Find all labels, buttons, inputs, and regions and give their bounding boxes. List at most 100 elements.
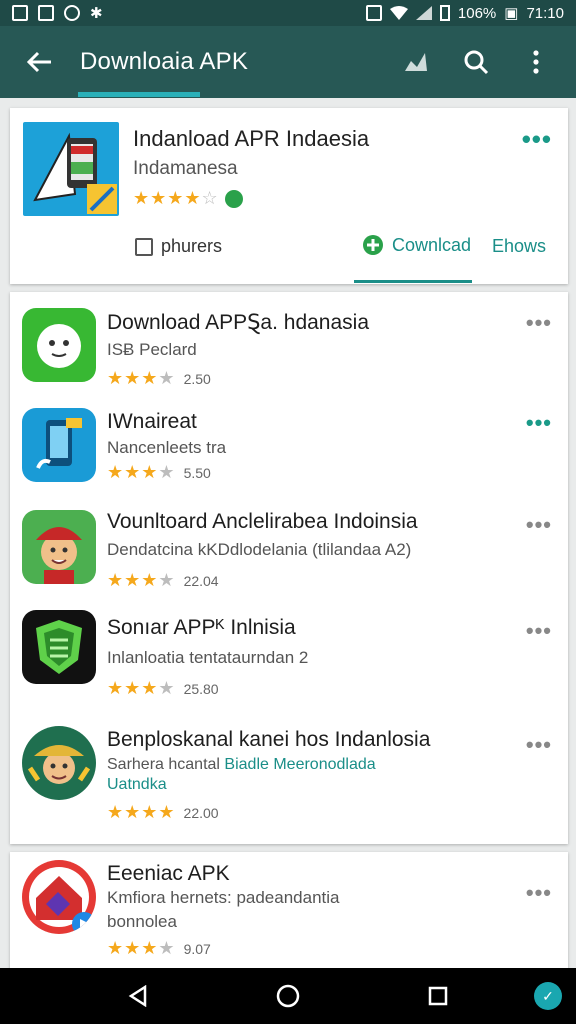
app-more-button[interactable]: ••• [526, 410, 552, 436]
clock-time: 71:10 [526, 4, 564, 22]
app-more-button[interactable]: ••• [526, 512, 552, 538]
list-item[interactable]: Vounltoard Anclelirabea Indoinsia Dendat… [10, 504, 568, 614]
app-subtitle: ISɃ Peclard [107, 340, 197, 359]
app-subtitle: Kmfiora hernets: padeandantia [107, 888, 340, 907]
app-more-button[interactable]: ••• [526, 732, 552, 758]
cast-icon [365, 5, 382, 21]
show-button[interactable]: Ehows [492, 236, 546, 257]
download-label: Cownlcad [392, 234, 472, 255]
app-subtitle: Nancenleets tra [107, 438, 227, 457]
mascot-icon [22, 308, 96, 382]
app-rating: ★★★★ 2.50 [107, 368, 211, 389]
rating-count: 5.50 [183, 464, 211, 481]
star-rating: ★★★★ [107, 678, 176, 698]
check-shield-icon: ✓ [542, 987, 554, 1004]
list-item[interactable]: IWnaireat Nancenleets tra ★★★★ 5.50 ••• [10, 404, 568, 504]
battery-level: 106% [457, 4, 497, 22]
featured-more-button[interactable]: ••• [522, 124, 552, 155]
list-item[interactable]: Benploskanal kanei hos Indanlosia Sarher… [10, 724, 568, 842]
accessibility-button[interactable]: ✓ [534, 982, 562, 1010]
farmer-avatar-icon [22, 726, 96, 800]
nav-home-icon [276, 984, 300, 1008]
trending-icon [405, 53, 427, 71]
download-button[interactable]: Cownlcad [362, 234, 471, 256]
app-more-button[interactable]: ••• [526, 880, 552, 906]
app-rating: ★★★★ 5.50 [107, 462, 211, 483]
star-rating: ★★★★ [107, 570, 176, 590]
app-title: Download APPⱾa. hdanasia [107, 311, 370, 334]
rating-count: 22.04 [183, 572, 219, 589]
others-checkbox[interactable]: phurers [135, 236, 222, 257]
checkbox-box [135, 237, 153, 256]
red-house-icon [22, 860, 96, 934]
trending-button[interactable] [390, 36, 442, 88]
list-item[interactable]: Download APPⱾa. hdanasia ISɃ Peclard ★★★… [10, 304, 568, 404]
rating-count: 9.07 [183, 940, 211, 957]
overflow-menu-button[interactable] [510, 36, 562, 88]
app-title: Sonıar APPᴷ Inlnisia [107, 616, 296, 639]
wifi-icon [389, 6, 408, 20]
featured-app-card[interactable]: Indanload APR Indaesia Indamanesa ★★★★☆ … [10, 108, 568, 284]
checkbox-label: phurers [161, 236, 223, 256]
app-title: IWnaireat [107, 410, 197, 433]
signal-icon [415, 6, 432, 20]
featured-rating: ★★★★☆ [133, 188, 243, 209]
list-item[interactable]: Eeeniac APK Kmfiora hernets: padeandanti… [10, 858, 568, 968]
subtitle-highlight-2: Uatndka [107, 776, 167, 793]
cowboy-avatar-icon [22, 510, 96, 584]
star-rating: ★★★★ [107, 462, 176, 482]
rating-count: 25.80 [183, 680, 219, 697]
search-button[interactable] [450, 36, 502, 88]
list-item[interactable]: Sonıar APPᴷ Inlnisia Inlanloatia tentata… [10, 610, 568, 724]
star-rating: ★★★★ [107, 938, 176, 958]
green-shield-icon [22, 610, 96, 684]
phone-music-icon [22, 408, 96, 482]
app-list-card-2: Eeeniac APK Kmfiora hernets: padeandanti… [10, 852, 568, 972]
rating-count: 2.50 [183, 370, 211, 387]
star-rating: ★★★★ [107, 368, 176, 388]
download-plus-icon [363, 235, 383, 255]
verified-badge-icon [224, 189, 243, 208]
subtitle-highlight: Biadle Meeronodlada [224, 756, 376, 773]
app-list-card: Download APPⱾa. hdanasia ISɃ Peclard ★★★… [10, 292, 568, 844]
nav-back-icon [128, 985, 147, 1007]
image-notification-icon [12, 5, 28, 21]
tab-indicator [78, 92, 200, 97]
system-nav-bar: ✓ [0, 968, 576, 1024]
nav-recents-icon [428, 986, 448, 1006]
settings-notification-icon [64, 5, 80, 21]
app-subtitle: Dendatcina kKDdlodelania (tlilandaa A2) [107, 540, 412, 559]
nav-home-button[interactable] [268, 976, 308, 1016]
app-subtitle: Sarhera hcantal Biadle Meeronodlada [107, 756, 376, 774]
app-rating: ★★★★ 22.04 [107, 570, 219, 591]
app-subtitle-2: bonnolea [107, 912, 177, 931]
download-underline [354, 280, 472, 283]
featured-app-developer: Indamanesa [133, 158, 238, 179]
nav-back-button[interactable] [118, 976, 158, 1016]
app-subtitle: Inlanloatia tentataurndan 2 [107, 648, 309, 667]
page-title: Downloaia APK [80, 48, 249, 75]
rating-count: 22.00 [183, 804, 219, 821]
app-rating: ★★★★ 22.00 [107, 802, 219, 823]
clock-icon: ▣ [504, 5, 519, 22]
featured-app-title: Indanload APR Indaesia [133, 126, 370, 151]
app-title: Eeeniac APK [107, 862, 230, 885]
app-more-button[interactable]: ••• [526, 618, 552, 644]
featured-app-icon [23, 122, 119, 216]
bluetooth-icon: ✱ [90, 5, 103, 22]
status-bar: ✱ 106% ▣ 71:10 [0, 0, 576, 26]
search-icon [464, 50, 489, 75]
star-rating: ★★★★ [107, 802, 176, 822]
app-rating: ★★★★ 25.80 [107, 678, 219, 699]
app-rating: ★★★★ 9.07 [107, 938, 211, 959]
back-button[interactable] [0, 26, 80, 98]
subtitle-text: Sarhera hcantal [107, 756, 220, 773]
photo-notification-icon [38, 5, 54, 21]
nav-recents-button[interactable] [418, 976, 458, 1016]
battery-icon [439, 5, 450, 21]
app-more-button[interactable]: ••• [526, 310, 552, 336]
app-bar: Downloaia APK [0, 26, 576, 98]
star-rating: ★★★★☆ [133, 188, 219, 208]
more-vert-icon [533, 50, 539, 74]
app-title: Vounltoard Anclelirabea Indoinsia [107, 510, 418, 533]
